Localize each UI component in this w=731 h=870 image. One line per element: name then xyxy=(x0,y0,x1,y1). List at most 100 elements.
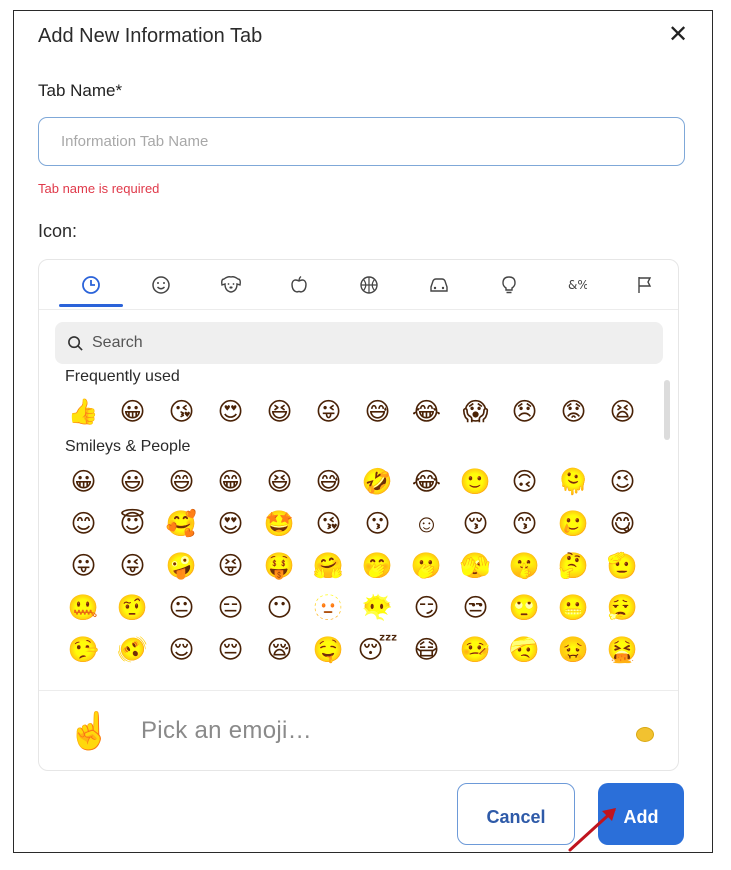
emoji-item[interactable]: 😆 xyxy=(257,464,302,500)
emoji-item[interactable]: 😛 xyxy=(61,548,106,584)
emoji-item[interactable]: 😉 xyxy=(600,464,645,500)
emoji-item[interactable]: 🥰 xyxy=(159,506,204,542)
emoji-item[interactable]: 🤩 xyxy=(257,506,302,542)
emoji-item[interactable]: 😂 xyxy=(404,464,449,500)
emoji-scrollbar[interactable] xyxy=(664,376,670,676)
close-icon[interactable]: ✕ xyxy=(664,21,692,49)
emoji-item[interactable]: 😘 xyxy=(159,394,204,430)
emoji-item[interactable]: 😅 xyxy=(355,394,400,430)
food-icon[interactable] xyxy=(281,268,317,302)
symbols-glyph-icon: &% xyxy=(568,278,587,292)
preview-text: Pick an emoji… xyxy=(141,717,312,744)
emoji-item[interactable]: 🤔 xyxy=(551,548,596,584)
emoji-item[interactable]: 😇 xyxy=(110,506,155,542)
category-bar: &% xyxy=(39,260,678,310)
emoji-item[interactable]: 😆 xyxy=(257,394,302,430)
active-category-underline xyxy=(59,304,123,307)
emoji-item[interactable]: 😍 xyxy=(208,506,253,542)
emoji-item[interactable]: 🫡 xyxy=(600,548,645,584)
emoji-item[interactable]: 🙂 xyxy=(453,464,498,500)
emoji-item[interactable]: 😌 xyxy=(159,632,204,668)
emoji-item[interactable]: 😜 xyxy=(110,548,155,584)
emoji-item[interactable]: 🤪 xyxy=(159,548,204,584)
activity-icon[interactable] xyxy=(351,268,387,302)
section-title: Frequently used xyxy=(65,368,180,385)
bulb-icon xyxy=(502,276,516,294)
emoji-item[interactable]: 🤕 xyxy=(502,632,547,668)
emoji-item[interactable]: 🤒 xyxy=(453,632,498,668)
emoji-item[interactable]: 😗 xyxy=(355,506,400,542)
emoji-item[interactable]: 🤗 xyxy=(306,548,351,584)
emoji-item[interactable]: 😔 xyxy=(208,632,253,668)
emoji-item[interactable]: 😜 xyxy=(306,394,351,430)
emoji-item[interactable]: ☺ xyxy=(404,506,449,542)
tab-name-input[interactable] xyxy=(38,117,685,166)
emoji-item[interactable]: 🫣 xyxy=(453,548,498,584)
emoji-item[interactable]: 🤣 xyxy=(355,464,400,500)
emoji-item[interactable]: 😟 xyxy=(551,394,596,430)
emoji-item[interactable]: 😙 xyxy=(502,506,547,542)
emoji-item[interactable]: 😊 xyxy=(61,506,106,542)
emoji-item[interactable]: 🤫 xyxy=(502,548,547,584)
emoji-item[interactable]: 😶 xyxy=(257,590,302,626)
emoji-item[interactable]: 😍 xyxy=(208,394,253,430)
skin-tone-selector[interactable] xyxy=(636,727,654,742)
emoji-item[interactable]: 😞 xyxy=(502,394,547,430)
emoji-item[interactable]: 😐 xyxy=(159,590,204,626)
emoji-item[interactable]: 😄 xyxy=(159,464,204,500)
emoji-item[interactable]: 😘 xyxy=(306,506,351,542)
emoji-item[interactable]: 😀 xyxy=(110,394,155,430)
recent-icon[interactable] xyxy=(73,268,109,302)
preview-emoji: ☝️ xyxy=(67,710,112,751)
flags-icon[interactable] xyxy=(627,268,663,302)
symbols-icon[interactable]: &% xyxy=(559,268,595,302)
emoji-item[interactable]: 😶‍🌫️ xyxy=(355,590,400,626)
emoji-item[interactable]: 😪 xyxy=(257,632,302,668)
emoji-item[interactable]: 😅 xyxy=(306,464,351,500)
emoji-item[interactable]: 🙄 xyxy=(502,590,547,626)
emoji-item[interactable]: 😷 xyxy=(404,632,449,668)
emoji-item[interactable]: 🤥 xyxy=(61,632,106,668)
emoji-item[interactable]: 😁 xyxy=(208,464,253,500)
emoji-item[interactable]: 🙃 xyxy=(502,464,547,500)
emoji-item[interactable]: 🥲 xyxy=(551,506,596,542)
emoji-item[interactable]: 🤭 xyxy=(355,548,400,584)
emoji-item[interactable]: 🫨 xyxy=(110,632,155,668)
emoji-item[interactable]: 🤐 xyxy=(61,590,106,626)
travel-icon[interactable] xyxy=(421,268,457,302)
scroll-thumb[interactable] xyxy=(664,380,670,440)
emoji-item[interactable]: 🤮 xyxy=(600,632,645,668)
emoji-item[interactable]: 😮‍💨 xyxy=(600,590,645,626)
emoji-item[interactable]: 😴 xyxy=(355,632,400,668)
emoji-item[interactable]: 😂 xyxy=(404,394,449,430)
emoji-item[interactable]: 😑 xyxy=(208,590,253,626)
emoji-item[interactable]: 👍 xyxy=(61,394,106,430)
emoji-item[interactable]: 🫢 xyxy=(404,548,449,584)
cancel-button[interactable]: Cancel xyxy=(457,783,575,845)
emoji-item[interactable]: 🤑 xyxy=(257,548,302,584)
emoji-item[interactable]: 😀 xyxy=(61,464,106,500)
emoji-item[interactable]: 😫 xyxy=(600,394,645,430)
emoji-item[interactable]: 🤨 xyxy=(110,590,155,626)
emoji-item[interactable]: 😒 xyxy=(453,590,498,626)
emoji-item[interactable]: 😚 xyxy=(453,506,498,542)
svg-text:&%: &% xyxy=(568,278,587,292)
dialog-title: Add New Information Tab xyxy=(38,25,263,47)
emoji-item[interactable]: 🤢 xyxy=(551,632,596,668)
smiley-icon[interactable] xyxy=(143,268,179,302)
emoji-item[interactable]: 😝 xyxy=(208,548,253,584)
emoji-item[interactable]: 🫥 xyxy=(306,590,351,626)
emoji-search[interactable] xyxy=(55,322,663,364)
emoji-item[interactable]: 🤤 xyxy=(306,632,351,668)
emoji-item[interactable]: 🫠 xyxy=(551,464,596,500)
objects-icon[interactable] xyxy=(491,268,527,302)
add-button[interactable]: Add xyxy=(598,783,684,845)
emoji-item[interactable]: 😃 xyxy=(110,464,155,500)
emoji-item[interactable]: 😱 xyxy=(453,394,498,430)
emoji-item[interactable]: 😋 xyxy=(600,506,645,542)
emoji-search-input[interactable] xyxy=(92,323,663,363)
emoji-item[interactable]: 😏 xyxy=(404,590,449,626)
animal-icon[interactable] xyxy=(213,268,249,302)
emoji-item[interactable]: 😬 xyxy=(551,590,596,626)
apple-icon xyxy=(291,275,307,293)
